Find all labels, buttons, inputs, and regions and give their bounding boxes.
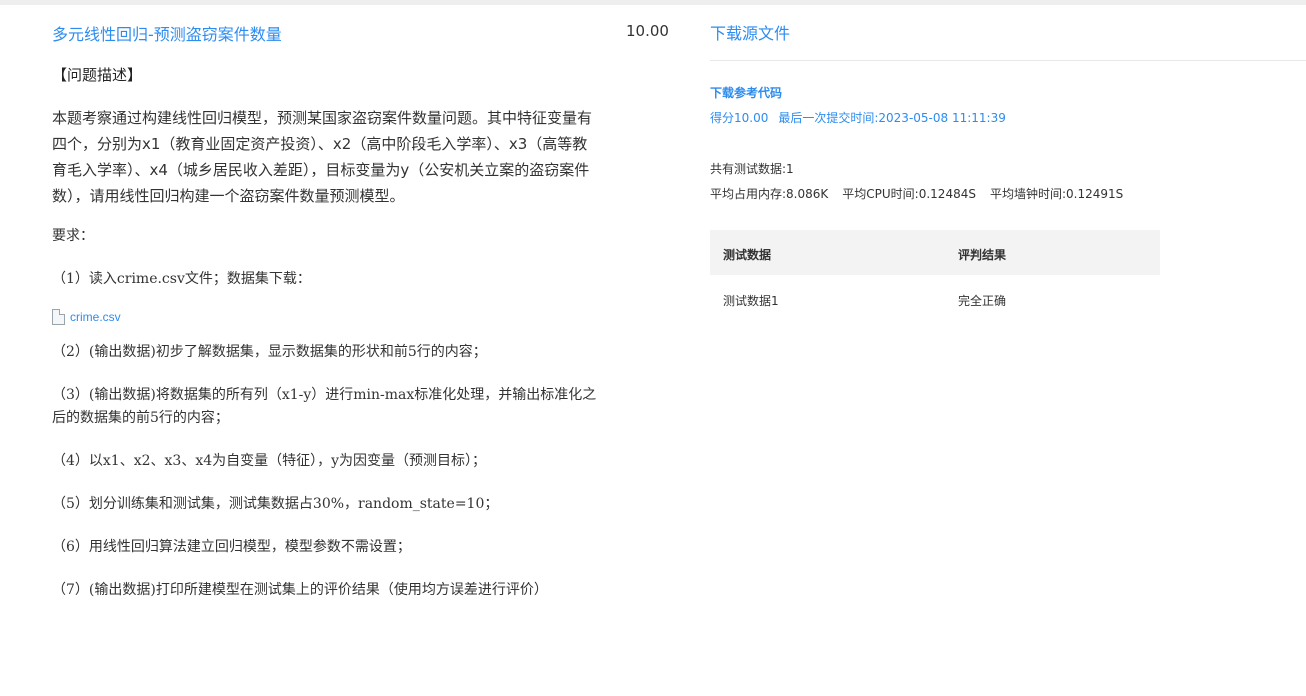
results-table: 测试数据 评判结果 测试数据1 完全正确: [710, 230, 1160, 323]
score-text: 得分10.00: [710, 111, 769, 125]
dataset-file-name[interactable]: crime.csv: [70, 310, 121, 324]
requirement-4: （4）以x1、x2、x3、x4为自变量（特征），y为因变量（预测目标）；: [52, 453, 487, 469]
column-header-data: 测试数据: [723, 248, 772, 262]
download-code-link[interactable]: 下载参考代码: [710, 84, 782, 101]
table-header: 测试数据 评判结果: [710, 230, 1160, 275]
requirement-2: （2）(输出数据)初步了解数据集，显示数据集的形状和前5行的内容；: [52, 344, 487, 360]
avg-cpu-time: 平均CPU时间:0.12484S: [842, 187, 976, 201]
submission-info: 得分10.00 最后一次提交时间:2023-05-08 11:11:39: [710, 109, 1016, 126]
avg-memory: 平均占用内存:8.086K: [710, 187, 829, 201]
run-stats: 平均占用内存:8.086K 平均CPU时间:0.12484S 平均墙钟时间:0.12…: [710, 185, 1137, 202]
avg-wall-time: 平均墙钟时间:0.12491S: [989, 187, 1124, 201]
problem-score: 10.00: [626, 22, 669, 40]
requirement-3: （3）(输出数据)将数据集的所有列（x1-y）进行min-max标准化处理，并输…: [52, 387, 597, 426]
table-row: 测试数据1 完全正确: [710, 275, 1160, 323]
column-header-result: 评判结果: [958, 248, 1007, 262]
requirement-7: （7）(输出数据)打印所建模型在测试集上的评价结果（使用均方误差进行评价）: [52, 582, 548, 598]
top-bar: [0, 0, 1306, 5]
problem-title[interactable]: 多元线性回归-预测盗窃案件数量: [52, 21, 282, 45]
requirement-5: （5）划分训练集和测试集，测试集数据占30%，random_state=10；: [52, 496, 499, 512]
problem-header: 多元线性回归-预测盗窃案件数量 10.00: [52, 18, 669, 46]
requirement-1: （1）读入crime.csv文件；数据集下载：: [52, 271, 311, 287]
section-heading: 【问题描述】: [52, 66, 143, 84]
last-submit-time: 最后一次提交时间:2023-05-08 11:11:39: [778, 111, 1006, 125]
problem-panel: 多元线性回归-预测盗窃案件数量 10.00 【问题描述】 本题考察通过构建线性回…: [52, 18, 669, 602]
requirements-label: 要求：: [52, 228, 94, 244]
problem-description: 本题考察通过构建线性回归模型，预测某国家盗窃案件数量问题。其中特征变量有四个，分…: [52, 109, 593, 205]
requirement-6: （6）用线性回归算法建立回归模型，模型参数不需设置；: [52, 539, 411, 555]
test-count: 共有测试数据:1: [710, 162, 794, 176]
file-icon: [52, 309, 65, 325]
cell-result: 完全正确: [958, 294, 1007, 308]
dataset-download-link[interactable]: crime.csv: [52, 307, 612, 327]
divider: [710, 60, 1306, 61]
download-source-link[interactable]: 下载源文件: [710, 20, 790, 44]
cell-test-data: 测试数据1: [723, 294, 779, 308]
